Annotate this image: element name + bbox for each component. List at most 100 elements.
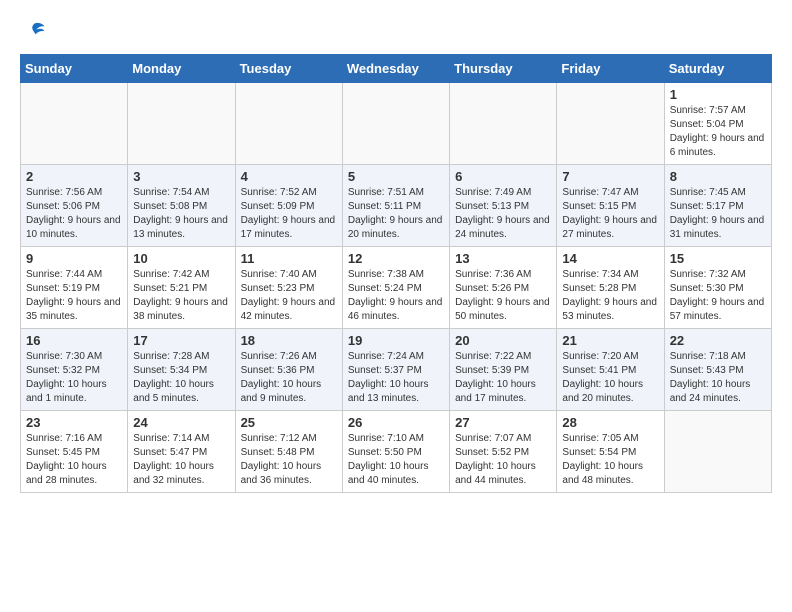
page-header (20, 20, 772, 44)
day-number: 25 (241, 415, 337, 430)
day-info: Sunrise: 7:32 AM Sunset: 5:30 PM Dayligh… (670, 268, 766, 324)
calendar-day: 27 Sunrise: 7:07 AM Sunset: 5:52 PM Dayli… (450, 411, 557, 493)
calendar-day: 17 Sunrise: 7:28 AM Sunset: 5:34 PM Dayli… (128, 329, 235, 411)
day-number: 14 (562, 251, 658, 266)
col-header-wednesday: Wednesday (342, 55, 449, 83)
calendar-day: 28 Sunrise: 7:05 AM Sunset: 5:54 PM Dayli… (557, 411, 664, 493)
day-info: Sunrise: 7:14 AM Sunset: 5:47 PM Dayligh… (133, 432, 229, 488)
day-info: Sunrise: 7:52 AM Sunset: 5:09 PM Dayligh… (241, 186, 337, 242)
day-info: Sunrise: 7:51 AM Sunset: 5:11 PM Dayligh… (348, 186, 444, 242)
calendar-day: 16 Sunrise: 7:30 AM Sunset: 5:32 PM Dayli… (21, 329, 128, 411)
day-number: 28 (562, 415, 658, 430)
day-info: Sunrise: 7:20 AM Sunset: 5:41 PM Dayligh… (562, 350, 658, 406)
calendar-day: 12 Sunrise: 7:38 AM Sunset: 5:24 PM Dayli… (342, 247, 449, 329)
day-number: 18 (241, 333, 337, 348)
calendar-day: 5 Sunrise: 7:51 AM Sunset: 5:11 PM Daylig… (342, 165, 449, 247)
col-header-saturday: Saturday (664, 55, 771, 83)
day-number: 19 (348, 333, 444, 348)
calendar-day: 23Sunrise: 7:16 AM Sunset: 5:45 PM Dayli… (21, 411, 128, 493)
calendar-day: 24 Sunrise: 7:14 AM Sunset: 5:47 PM Dayli… (128, 411, 235, 493)
calendar-day: 10 Sunrise: 7:42 AM Sunset: 5:21 PM Dayli… (128, 247, 235, 329)
calendar-day: 9Sunrise: 7:44 AM Sunset: 5:19 PM Daylig… (21, 247, 128, 329)
calendar-week-2: 2Sunrise: 7:56 AM Sunset: 5:06 PM Daylig… (21, 165, 772, 247)
calendar-day: 11 Sunrise: 7:40 AM Sunset: 5:23 PM Dayli… (235, 247, 342, 329)
calendar-day: 20 Sunrise: 7:22 AM Sunset: 5:39 PM Dayli… (450, 329, 557, 411)
calendar-day (21, 83, 128, 165)
day-info: Sunrise: 7:05 AM Sunset: 5:54 PM Dayligh… (562, 432, 658, 488)
col-header-friday: Friday (557, 55, 664, 83)
calendar-day: 8 Sunrise: 7:45 AM Sunset: 5:17 PM Daylig… (664, 165, 771, 247)
day-number: 5 (348, 169, 444, 184)
day-number: 22 (670, 333, 766, 348)
calendar-day: 3 Sunrise: 7:54 AM Sunset: 5:08 PM Daylig… (128, 165, 235, 247)
calendar-day (235, 83, 342, 165)
day-info: Sunrise: 7:07 AM Sunset: 5:52 PM Dayligh… (455, 432, 551, 488)
calendar-table: SundayMondayTuesdayWednesdayThursdayFrid… (20, 54, 772, 493)
calendar-day (664, 411, 771, 493)
day-info: Sunrise: 7:36 AM Sunset: 5:26 PM Dayligh… (455, 268, 551, 324)
day-info: Sunrise: 7:12 AM Sunset: 5:48 PM Dayligh… (241, 432, 337, 488)
day-number: 26 (348, 415, 444, 430)
day-info: Sunrise: 7:34 AM Sunset: 5:28 PM Dayligh… (562, 268, 658, 324)
day-number: 13 (455, 251, 551, 266)
day-info: Sunrise: 7:54 AM Sunset: 5:08 PM Dayligh… (133, 186, 229, 242)
calendar-day (557, 83, 664, 165)
day-number: 17 (133, 333, 229, 348)
col-header-sunday: Sunday (21, 55, 128, 83)
day-info: Sunrise: 7:24 AM Sunset: 5:37 PM Dayligh… (348, 350, 444, 406)
calendar-day: 26 Sunrise: 7:10 AM Sunset: 5:50 PM Dayli… (342, 411, 449, 493)
logo (20, 20, 46, 44)
day-number: 15 (670, 251, 766, 266)
calendar-week-5: 23Sunrise: 7:16 AM Sunset: 5:45 PM Dayli… (21, 411, 772, 493)
day-info: Sunrise: 7:28 AM Sunset: 5:34 PM Dayligh… (133, 350, 229, 406)
day-info: Sunrise: 7:30 AM Sunset: 5:32 PM Dayligh… (26, 350, 122, 406)
day-info: Sunrise: 7:57 AM Sunset: 5:04 PM Dayligh… (670, 104, 766, 160)
day-number: 3 (133, 169, 229, 184)
calendar-day: 15 Sunrise: 7:32 AM Sunset: 5:30 PM Dayli… (664, 247, 771, 329)
day-number: 9 (26, 251, 122, 266)
col-header-tuesday: Tuesday (235, 55, 342, 83)
calendar-day: 4 Sunrise: 7:52 AM Sunset: 5:09 PM Daylig… (235, 165, 342, 247)
day-info: Sunrise: 7:56 AM Sunset: 5:06 PM Dayligh… (26, 186, 122, 242)
calendar-week-1: 1 Sunrise: 7:57 AM Sunset: 5:04 PM Daylig… (21, 83, 772, 165)
calendar-day (450, 83, 557, 165)
day-info: Sunrise: 7:22 AM Sunset: 5:39 PM Dayligh… (455, 350, 551, 406)
day-number: 4 (241, 169, 337, 184)
day-info: Sunrise: 7:10 AM Sunset: 5:50 PM Dayligh… (348, 432, 444, 488)
calendar-day: 6Sunrise: 7:49 AM Sunset: 5:13 PM Daylig… (450, 165, 557, 247)
day-number: 10 (133, 251, 229, 266)
day-number: 12 (348, 251, 444, 266)
col-header-thursday: Thursday (450, 55, 557, 83)
day-number: 8 (670, 169, 766, 184)
day-number: 7 (562, 169, 658, 184)
day-info: Sunrise: 7:40 AM Sunset: 5:23 PM Dayligh… (241, 268, 337, 324)
calendar-week-4: 16 Sunrise: 7:30 AM Sunset: 5:32 PM Dayli… (21, 329, 772, 411)
calendar-day: 19 Sunrise: 7:24 AM Sunset: 5:37 PM Dayli… (342, 329, 449, 411)
day-number: 16 (26, 333, 122, 348)
calendar-day: 2Sunrise: 7:56 AM Sunset: 5:06 PM Daylig… (21, 165, 128, 247)
day-number: 20 (455, 333, 551, 348)
day-info: Sunrise: 7:38 AM Sunset: 5:24 PM Dayligh… (348, 268, 444, 324)
logo-bird-icon (22, 20, 46, 44)
calendar-day: 14 Sunrise: 7:34 AM Sunset: 5:28 PM Dayli… (557, 247, 664, 329)
day-info: Sunrise: 7:26 AM Sunset: 5:36 PM Dayligh… (241, 350, 337, 406)
day-number: 11 (241, 251, 337, 266)
day-info: Sunrise: 7:42 AM Sunset: 5:21 PM Dayligh… (133, 268, 229, 324)
day-number: 27 (455, 415, 551, 430)
calendar-week-3: 9Sunrise: 7:44 AM Sunset: 5:19 PM Daylig… (21, 247, 772, 329)
day-info: Sunrise: 7:45 AM Sunset: 5:17 PM Dayligh… (670, 186, 766, 242)
calendar-day: 13 Sunrise: 7:36 AM Sunset: 5:26 PM Dayli… (450, 247, 557, 329)
day-number: 24 (133, 415, 229, 430)
calendar-day: 25 Sunrise: 7:12 AM Sunset: 5:48 PM Dayli… (235, 411, 342, 493)
day-number: 1 (670, 87, 766, 102)
calendar-day: 1 Sunrise: 7:57 AM Sunset: 5:04 PM Daylig… (664, 83, 771, 165)
calendar-day: 21 Sunrise: 7:20 AM Sunset: 5:41 PM Dayli… (557, 329, 664, 411)
calendar-day: 22 Sunrise: 7:18 AM Sunset: 5:43 PM Dayli… (664, 329, 771, 411)
day-info: Sunrise: 7:18 AM Sunset: 5:43 PM Dayligh… (670, 350, 766, 406)
calendar-day: 7Sunrise: 7:47 AM Sunset: 5:15 PM Daylig… (557, 165, 664, 247)
day-number: 21 (562, 333, 658, 348)
day-number: 23 (26, 415, 122, 430)
calendar-day (128, 83, 235, 165)
day-number: 6 (455, 169, 551, 184)
col-header-monday: Monday (128, 55, 235, 83)
